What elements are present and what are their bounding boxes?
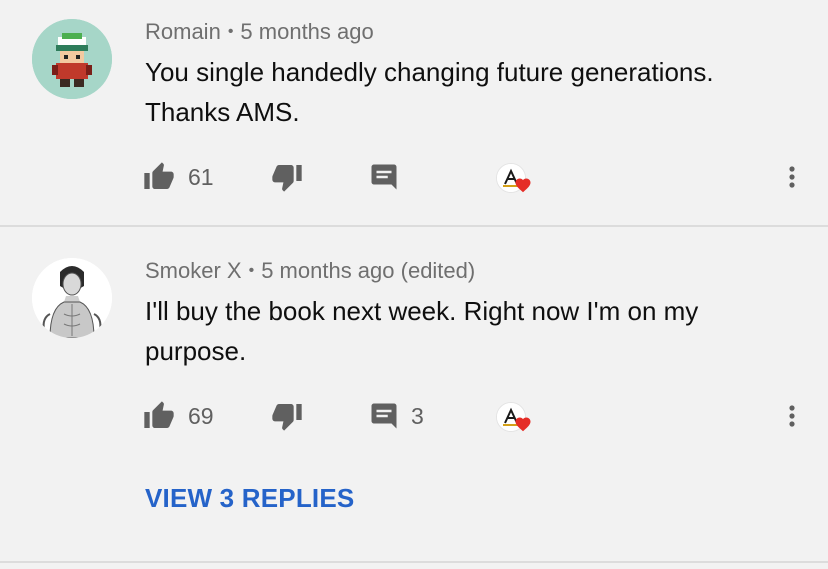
meta-separator: • <box>248 262 255 279</box>
creator-heart <box>494 396 531 436</box>
sketch-portrait-avatar-icon <box>32 258 112 338</box>
comment-item: Romain • 5 months ago You single handedly … <box>0 0 828 225</box>
heart-icon <box>515 417 531 432</box>
view-replies-button[interactable]: VIEW 3 REPLIES <box>145 483 354 514</box>
dislike-button[interactable] <box>271 157 303 197</box>
more-options-button[interactable] <box>780 157 804 197</box>
thumb-up-icon <box>144 401 174 428</box>
like-button[interactable] <box>143 157 175 197</box>
more-vertical-icon <box>789 405 795 427</box>
comment-time: 5 months ago <box>240 19 374 44</box>
reply-button[interactable] <box>369 396 399 436</box>
divider <box>0 561 828 563</box>
comment-icon <box>371 164 397 190</box>
reply-count: 3 <box>411 402 424 429</box>
heart-icon <box>515 178 531 193</box>
comment-item: Smoker X • 5 months ago (edited) I'll buy … <box>0 227 828 561</box>
creator-heart <box>494 157 531 197</box>
more-vertical-icon <box>789 166 795 188</box>
like-button[interactable] <box>143 396 175 436</box>
comment-meta: Smoker X • 5 months ago (edited) <box>145 258 475 284</box>
comment-actions: 61 <box>0 157 828 197</box>
pixel-trainer-avatar-icon <box>32 19 112 99</box>
more-options-button[interactable] <box>780 396 804 436</box>
author-name[interactable]: Romain <box>145 19 221 44</box>
dislike-button[interactable] <box>271 396 303 436</box>
comment-text: I'll buy the book next week. Right now I… <box>145 296 699 366</box>
avatar[interactable] <box>32 258 112 338</box>
thumb-down-icon <box>272 404 302 431</box>
like-count: 69 <box>188 402 214 429</box>
meta-separator: • <box>227 23 234 40</box>
comment-text: You single handedly changing future gene… <box>145 57 714 127</box>
comment-icon <box>371 403 397 429</box>
comment-meta: Romain • 5 months ago <box>145 19 374 45</box>
comment-actions: 69 3 <box>0 396 828 436</box>
author-name[interactable]: Smoker X <box>145 258 242 283</box>
thumb-up-icon <box>144 162 174 189</box>
reply-button[interactable] <box>369 157 399 197</box>
like-count: 61 <box>188 163 214 190</box>
thumb-down-icon <box>272 165 302 192</box>
comment-time: 5 months ago (edited) <box>261 258 476 283</box>
avatar[interactable] <box>32 19 112 99</box>
